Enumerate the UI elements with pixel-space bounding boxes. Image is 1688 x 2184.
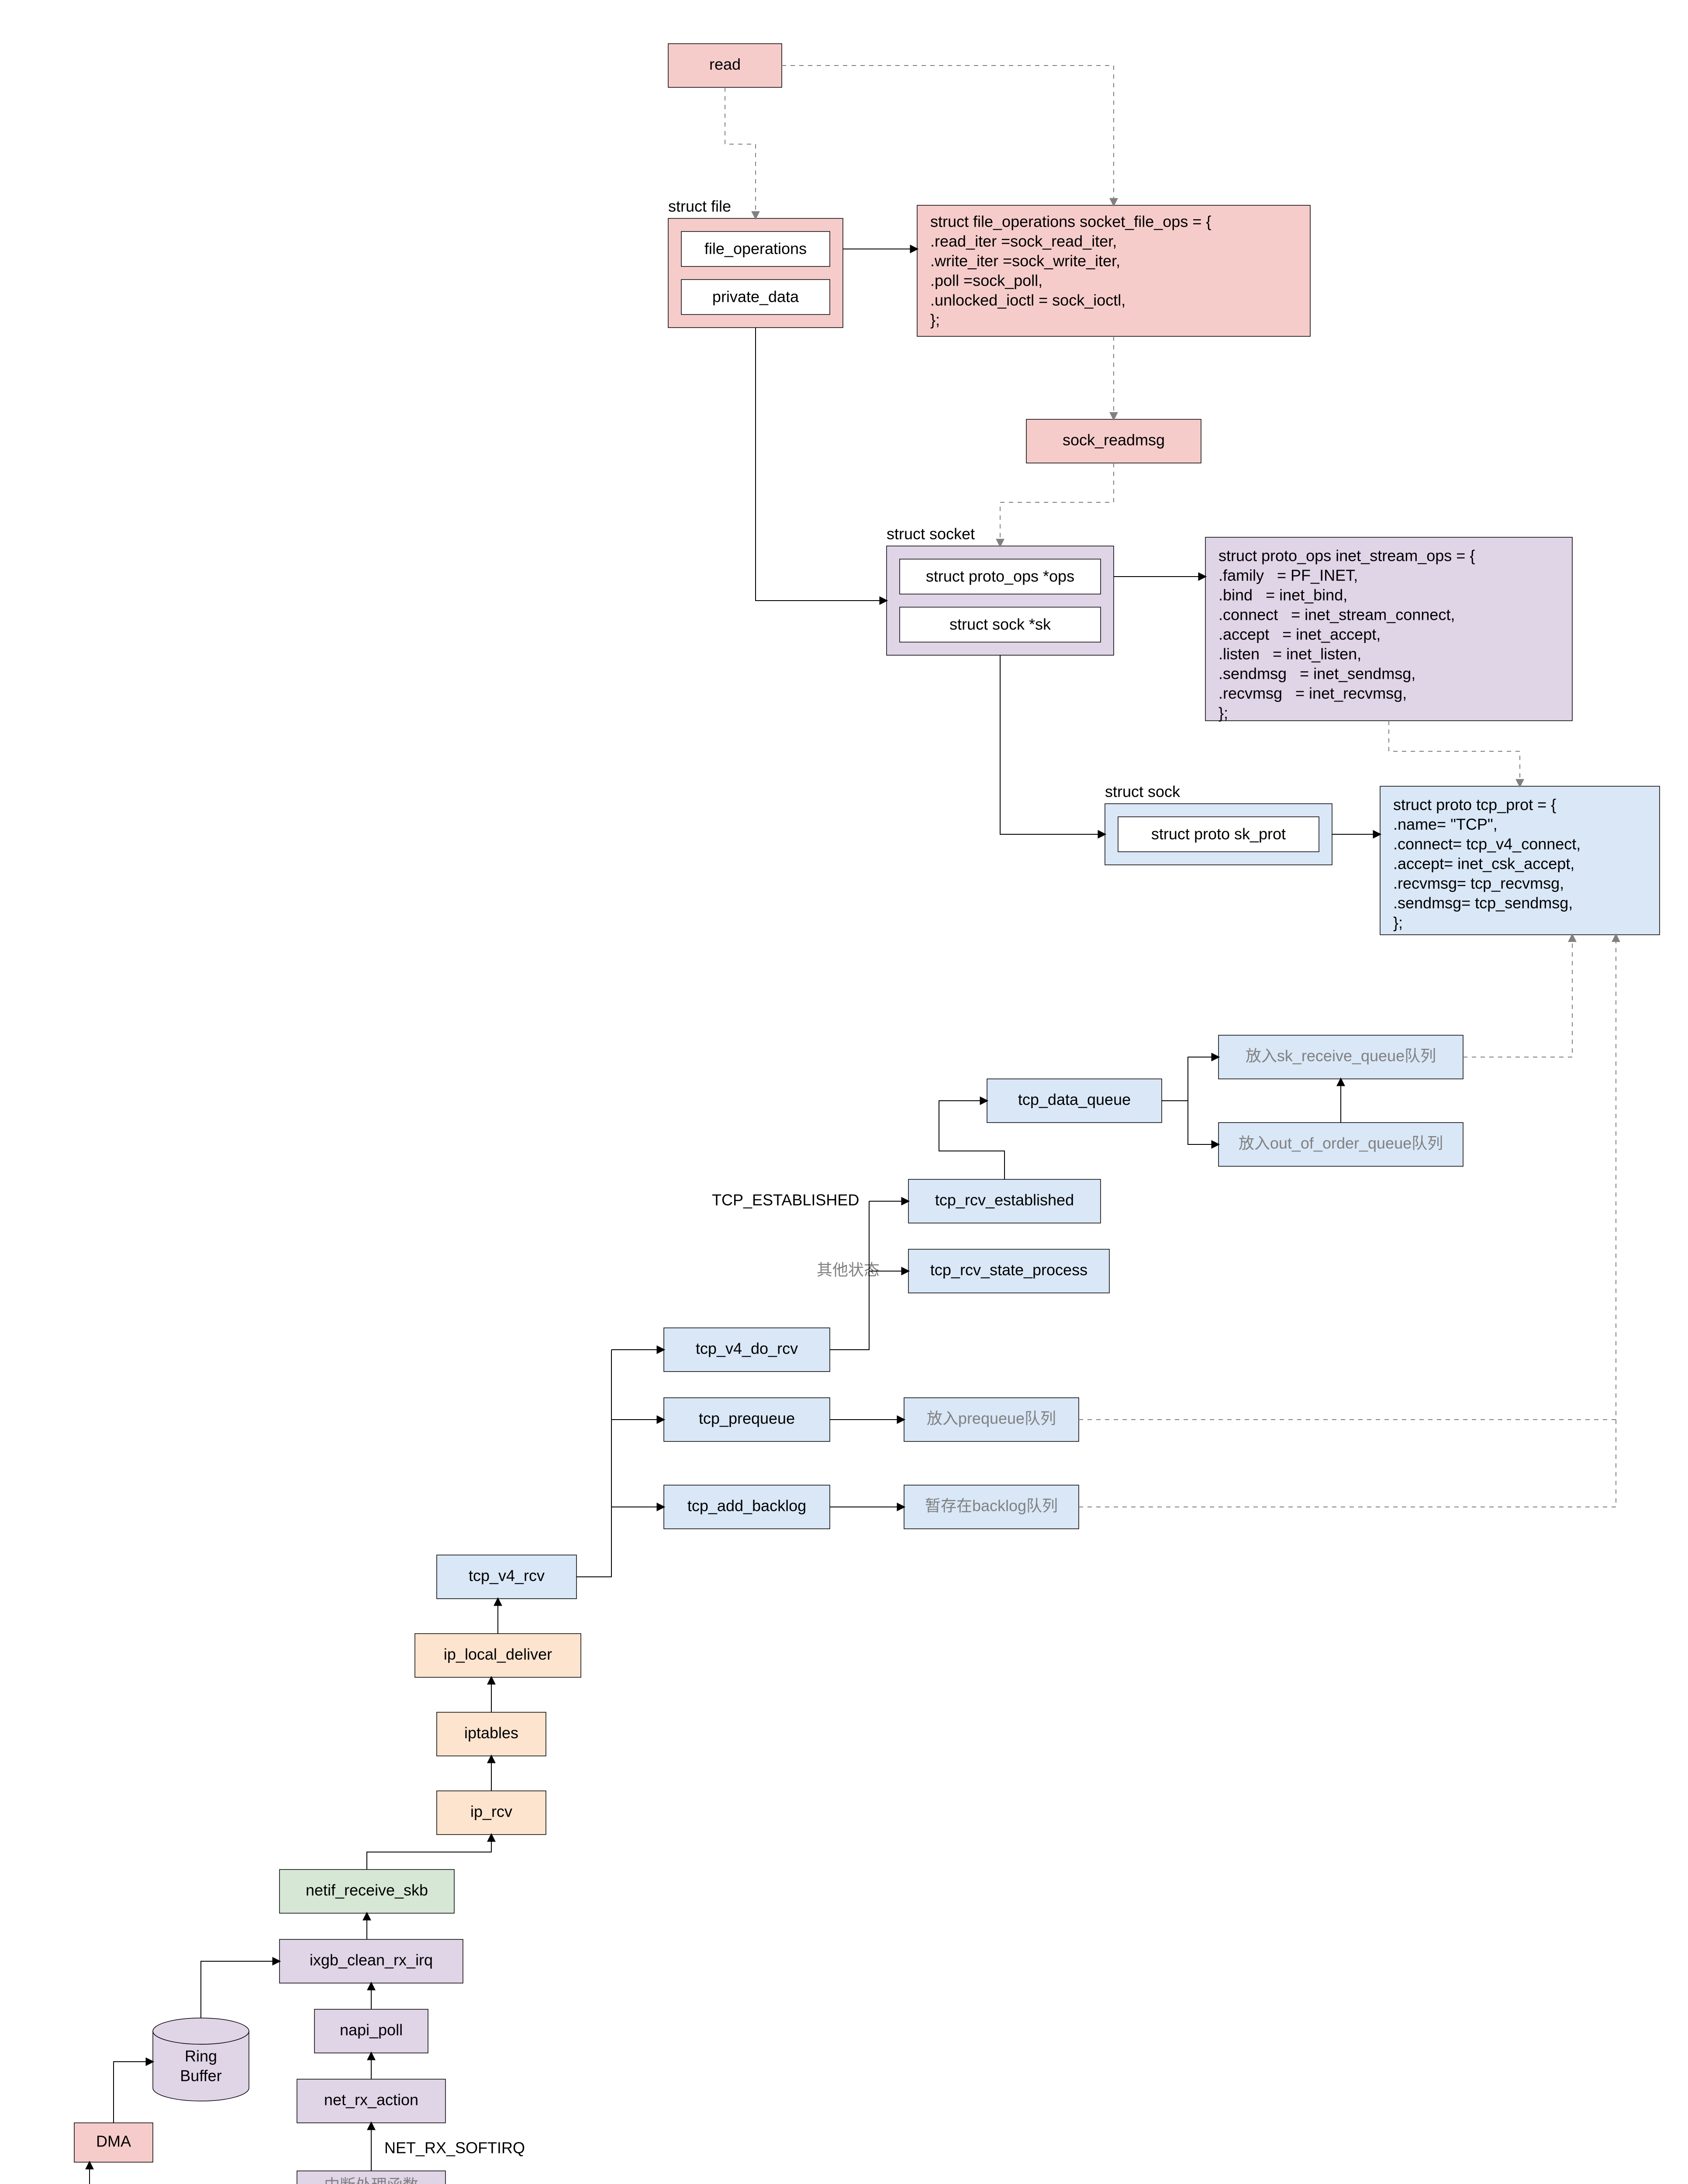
edge-ring-to-ixgbclean	[201, 1961, 280, 2018]
edge-inet-to-tcpprot	[1389, 721, 1520, 786]
label-net-rx-softirq: NET_RX_SOFTIRQ	[384, 2139, 525, 2157]
edge-tdq-to-skq	[1162, 1057, 1219, 1101]
edge-prequeue-dashed	[1079, 935, 1616, 1420]
node-socket-file-ops: struct file_operations socket_file_ops =…	[917, 205, 1310, 336]
label-tcp-established: TCP_ESTABLISHED	[712, 1191, 859, 1209]
svg-text:.connect= tcp_v4_connect,: .connect= tcp_v4_connect,	[1393, 835, 1581, 853]
svg-text:放入prequeue队列: 放入prequeue队列	[927, 1410, 1056, 1427]
svg-text:iptables: iptables	[464, 1724, 518, 1742]
edge-readmsg-to-socket	[1000, 463, 1114, 546]
svg-text:tcp_rcv_established: tcp_rcv_established	[935, 1191, 1074, 1209]
edge-dma-to-ring	[114, 2062, 153, 2123]
svg-text:tcp_v4_do_rcv: tcp_v4_do_rcv	[696, 1340, 798, 1358]
svg-text:netif_receive_skb: netif_receive_skb	[306, 1881, 428, 1899]
node-sock-readmsg: sock_readmsg	[1026, 419, 1201, 463]
svg-text:net_rx_action: net_rx_action	[324, 2091, 418, 2109]
edge-read-to-fileops	[782, 66, 1114, 205]
node-sk-receive-queue: 放入sk_receive_queue队列	[1219, 1035, 1463, 1079]
svg-text:.family = PF_INET,: .family = PF_INET,	[1219, 567, 1358, 584]
node-tcp-prot: struct proto tcp_prot = { .name= "TCP", …	[1380, 786, 1660, 935]
svg-text:Ring: Ring	[185, 2047, 217, 2065]
svg-text:.read_iter =sock_read_iter,: .read_iter =sock_read_iter,	[930, 232, 1117, 250]
node-backlog: 暂存在backlog队列	[904, 1485, 1079, 1529]
node-ip-local-deliver: ip_local_deliver	[415, 1634, 581, 1677]
node-ixgb-clean-rx-irq: ixgb_clean_rx_irq	[280, 1939, 463, 1983]
svg-text:.listen = inet_listen,: .listen = inet_listen,	[1219, 645, 1361, 663]
node-net-rx-action: net_rx_action	[297, 2079, 445, 2123]
svg-text:tcp_add_backlog: tcp_add_backlog	[687, 1497, 806, 1515]
svg-text:中断处理函数: 中断处理函数	[324, 2176, 418, 2184]
node-out-of-order-queue: 放入out_of_order_queue队列	[1219, 1123, 1463, 1166]
edge-socksk-to-sock	[1000, 655, 1105, 834]
label-other-state: 其他状态	[817, 1261, 880, 1279]
node-dma: DMA	[74, 2123, 153, 2162]
svg-text:sock_readmsg: sock_readmsg	[1063, 431, 1165, 449]
svg-text:.recvmsg= tcp_recvmsg,: .recvmsg= tcp_recvmsg,	[1393, 874, 1564, 892]
svg-text:.sendmsg= tcp_sendmsg,: .sendmsg= tcp_sendmsg,	[1393, 894, 1573, 912]
edge-dorcv-trunk	[576, 1350, 611, 1577]
svg-text:ip_rcv: ip_rcv	[470, 1803, 512, 1821]
node-inet-stream-ops: struct proto_ops inet_stream_ops = { .fa…	[1205, 537, 1572, 722]
node-prequeue: 放入prequeue队列	[904, 1398, 1079, 1441]
svg-text:.bind = inet_bind,: .bind = inet_bind,	[1219, 586, 1347, 604]
svg-text:Buffer: Buffer	[180, 2067, 221, 2085]
svg-text:.unlocked_ioctl = sock_ioctl,: .unlocked_ioctl = sock_ioctl,	[930, 291, 1125, 309]
node-iptables: iptables	[437, 1712, 546, 1756]
node-tcp-prequeue: tcp_prequeue	[664, 1398, 830, 1441]
svg-text:tcp_data_queue: tcp_data_queue	[1018, 1091, 1131, 1109]
svg-text:struct file: struct file	[668, 197, 731, 215]
diagram-canvas: read struct file file_operations private…	[0, 0, 1688, 2184]
node-ring-buffer: Ring Buffer	[153, 2018, 249, 2101]
svg-text:放入out_of_order_queue队列: 放入out_of_order_queue队列	[1239, 1134, 1443, 1152]
svg-text:struct sock *sk: struct sock *sk	[949, 615, 1051, 633]
node-napi-poll: napi_poll	[314, 2009, 428, 2053]
node-read: read	[668, 44, 782, 87]
svg-text:struct file_operations socket_: struct file_operations socket_file_ops =…	[930, 213, 1211, 231]
svg-text:};: };	[1393, 914, 1403, 932]
node-tcp-add-backlog: tcp_add_backlog	[664, 1485, 830, 1529]
svg-text:暂存在backlog队列: 暂存在backlog队列	[925, 1497, 1058, 1515]
node-tcp-rcv-state-process: tcp_rcv_state_process	[908, 1249, 1109, 1293]
svg-text:tcp_rcv_state_process: tcp_rcv_state_process	[930, 1261, 1087, 1279]
node-ixgb-intr: 中断处理函数 ixgb_intr	[297, 2171, 445, 2184]
svg-text:};: };	[1219, 704, 1228, 722]
svg-text:napi_poll: napi_poll	[340, 2021, 403, 2039]
svg-text:DMA: DMA	[96, 2132, 131, 2150]
svg-text:.name= "TCP",: .name= "TCP",	[1393, 816, 1498, 833]
svg-text:struct socket: struct socket	[887, 525, 975, 543]
svg-text:private_data: private_data	[712, 288, 799, 306]
svg-text:.poll =sock_poll,: .poll =sock_poll,	[930, 272, 1042, 290]
edge-tdq-to-ooo	[1162, 1101, 1219, 1144]
svg-text:放入sk_receive_queue队列: 放入sk_receive_queue队列	[1246, 1047, 1436, 1065]
node-tcp-v4-do-rcv: tcp_v4_do_rcv	[664, 1328, 830, 1372]
svg-text:.recvmsg = inet_recvmsg,: .recvmsg = inet_recvmsg,	[1219, 684, 1407, 702]
edge-privatedata-to-socket	[756, 328, 887, 601]
svg-text:tcp_prequeue: tcp_prequeue	[699, 1410, 795, 1427]
svg-text:};: };	[930, 311, 940, 329]
svg-text:ixgb_clean_rx_irq: ixgb_clean_rx_irq	[310, 1951, 433, 1969]
svg-text:struct proto tcp_prot = {: struct proto tcp_prot = {	[1393, 796, 1556, 814]
svg-text:.connect = inet_stream_conne: .connect = inet_stream_connect,	[1219, 606, 1455, 624]
node-tcp-rcv-established: tcp_rcv_established	[908, 1179, 1101, 1223]
node-struct-sock: struct sock struct proto sk_prot	[1105, 783, 1332, 865]
svg-text:read: read	[709, 55, 741, 73]
svg-text:struct proto_ops *ops: struct proto_ops *ops	[926, 567, 1074, 585]
svg-text:tcp_v4_rcv: tcp_v4_rcv	[469, 1567, 545, 1585]
node-tcp-data-queue: tcp_data_queue	[987, 1079, 1162, 1123]
svg-text:struct proto_ops inet_stream_o: struct proto_ops inet_stream_ops = {	[1219, 547, 1475, 565]
node-ip-rcv: ip_rcv	[437, 1791, 546, 1835]
svg-text:.sendmsg = inet_sendmsg,: .sendmsg = inet_sendmsg,	[1219, 665, 1415, 683]
node-tcp-v4-rcv: tcp_v4_rcv	[437, 1555, 576, 1599]
svg-text:.accept = inet_accept,: .accept = inet_accept,	[1219, 625, 1381, 643]
edge-netif-to-iprcv	[367, 1835, 491, 1870]
svg-text:struct sock: struct sock	[1105, 783, 1181, 801]
node-netif-receive-skb: netif_receive_skb	[280, 1870, 454, 1913]
svg-text:.write_iter =sock_write_iter,: .write_iter =sock_write_iter,	[930, 252, 1120, 270]
svg-text:ip_local_deliver: ip_local_deliver	[444, 1645, 552, 1663]
svg-text:struct proto sk_prot: struct proto sk_prot	[1151, 825, 1286, 843]
svg-text:.accept= inet_csk_accept,: .accept= inet_csk_accept,	[1393, 855, 1574, 873]
edge-backlog-dashed	[1079, 1420, 1616, 1507]
edge-skq-to-tcpprot	[1463, 935, 1572, 1057]
svg-text:file_operations: file_operations	[704, 240, 807, 258]
